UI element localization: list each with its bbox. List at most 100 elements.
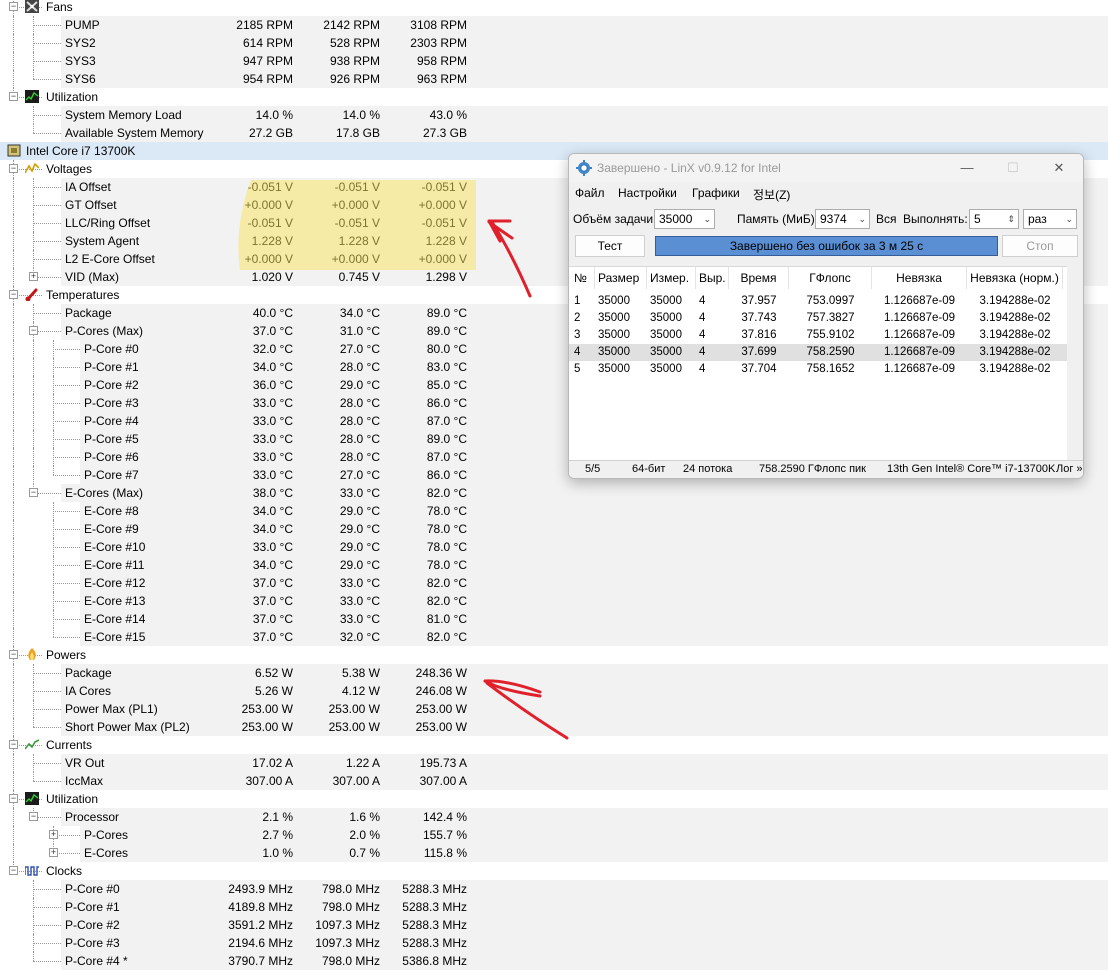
expand-icon[interactable]: + [49,830,58,839]
sensor-row[interactable]: − E-Cores (Max) 38.0 °C 33.0 °C 82.0 °C [0,484,1108,502]
sensor-row[interactable]: SYS6 954 RPM 926 RPM 963 RPM [0,70,1108,88]
menu-graphs[interactable]: Графики [692,186,740,200]
collapse-icon[interactable]: − [9,740,18,749]
collapse-icon[interactable]: − [9,866,18,875]
sensor-row[interactable]: E-Core #13 37.0 °C 33.0 °C 82.0 °C [0,592,1108,610]
sensor-row[interactable]: E-Core #15 37.0 °C 32.0 °C 82.0 °C [0,628,1108,646]
sensor-row[interactable]: + P-Cores 2.7 % 2.0 % 155.7 % [0,826,1108,844]
menu-settings[interactable]: Настройки [618,186,677,200]
minimize-button[interactable]: — [947,158,987,178]
column-header[interactable]: ГФлопс [789,267,872,289]
memory-select[interactable]: 9374 ⌄ [815,209,870,229]
memory-value: 9374 [820,212,847,226]
sensor-label: SYS6 [65,72,96,86]
current-value: 32.0 °C [252,342,293,356]
group-row[interactable]: − Utilization [0,790,1108,808]
run-unit-value: раз [1028,212,1047,226]
column-header[interactable]: Измер. [647,267,696,289]
sensor-row[interactable]: IA Cores 5.26 W 4.12 W 246.08 W [0,682,1108,700]
table-scrollbar[interactable] [1067,266,1083,460]
min-value: -0.051 V [334,180,380,194]
sensor-row[interactable]: PUMP 2185 RPM 2142 RPM 3108 RPM [0,16,1108,34]
table-cell: 35000 [650,346,682,358]
sensor-row[interactable]: E-Core #11 34.0 °C 29.0 °C 78.0 °C [0,556,1108,574]
sensor-row[interactable]: E-Core #10 33.0 °C 29.0 °C 78.0 °C [0,538,1108,556]
column-header[interactable]: Невязка [872,267,967,289]
collapse-icon[interactable]: − [9,2,18,11]
sensor-label: P-Core #5 [84,432,139,446]
sensor-row[interactable]: Power Max (PL1) 253.00 W 253.00 W 253.00 W [0,700,1108,718]
sensor-row[interactable]: Available System Memory 27.2 GB 17.8 GB 27.… [0,124,1108,142]
sensor-row[interactable]: SYS3 947 RPM 938 RPM 958 RPM [0,52,1108,70]
sensor-row[interactable]: P-Core #0 2493.9 MHz 798.0 MHz 5288.3 MHz [0,880,1108,898]
column-header[interactable]: Невязка (норм.) [967,267,1063,289]
sensor-row[interactable]: Short Power Max (PL2) 253.00 W 253.00 W 253… [0,718,1108,736]
table-cell: 758.1652 [806,363,855,375]
sensor-row[interactable]: VR Out 17.02 A 1.22 A 195.73 A [0,754,1108,772]
stop-button[interactable]: Стоп [1002,235,1078,257]
max-value: 86.0 °C [426,396,467,410]
max-value: 78.0 °C [426,504,467,518]
run-count-input[interactable]: 5 ⇕ [969,209,1019,229]
sensor-row[interactable]: Package 6.52 W 5.38 W 248.36 W [0,664,1108,682]
sensor-row[interactable]: SYS2 614 RPM 528 RPM 2303 RPM [0,34,1108,52]
all-memory-label[interactable]: Вся [876,212,897,226]
sensor-row[interactable]: P-Core #1 4189.8 MHz 798.0 MHz 5288.3 MHz [0,898,1108,916]
maximize-button[interactable]: ☐ [993,158,1033,178]
expand-icon[interactable]: + [29,272,38,281]
collapse-icon[interactable]: − [29,812,38,821]
collapse-icon[interactable]: − [9,794,18,803]
table-row[interactable]: 3 35000 35000 4 37.816 755.9102 1.126687e-09 3.… [569,327,1067,344]
collapse-icon[interactable]: − [29,326,38,335]
collapse-icon[interactable]: − [9,290,18,299]
sensor-row[interactable]: + E-Cores 1.0 % 0.7 % 115.8 % [0,844,1108,862]
sensor-row[interactable]: P-Core #2 3591.2 MHz 1097.3 MHz 5288.3 MHz [0,916,1108,934]
table-cell: 757.3827 [806,312,855,324]
sensor-row[interactable]: E-Core #8 34.0 °C 29.0 °C 78.0 °C [0,502,1108,520]
problem-size-select[interactable]: 35000 ⌄ [654,209,715,229]
collapse-icon[interactable]: − [29,488,38,497]
current-value: 2194.6 MHz [228,936,293,950]
group-row[interactable]: − Clocks [0,862,1108,880]
column-header[interactable]: Выр. [696,267,729,289]
collapse-icon[interactable]: − [9,650,18,659]
collapse-icon[interactable]: − [9,164,18,173]
sensor-row[interactable]: IccMax 307.00 A 307.00 A 307.00 A [0,772,1108,790]
group-row[interactable]: − Currents [0,736,1108,754]
linx-titlebar[interactable]: Завершено - LinX v0.9.12 for Intel — ☐ ✕ [569,154,1083,182]
sensor-row[interactable]: E-Core #14 37.0 °C 33.0 °C 81.0 °C [0,610,1108,628]
table-row[interactable]: 2 35000 35000 4 37.743 757.3827 1.126687e-09 3.… [569,310,1067,327]
column-header[interactable]: Размер [595,267,647,289]
group-row[interactable]: − Fans [0,0,1108,16]
sensor-label: P-Core #7 [84,468,139,482]
current-value: 253.00 W [241,702,293,716]
sensor-row[interactable]: System Memory Load 14.0 % 14.0 % 43.0 % [0,106,1108,124]
current-value: 1.228 V [251,234,293,248]
collapse-icon[interactable]: − [9,92,18,101]
sensor-row[interactable]: E-Core #9 34.0 °C 29.0 °C 78.0 °C [0,520,1108,538]
column-header[interactable]: Время [729,267,789,289]
sensor-row[interactable]: P-Core #4 * 3790.7 MHz 798.0 MHz 5386.8 MHz [0,952,1108,970]
table-cell: 37.816 [741,329,777,341]
menu-file[interactable]: Файл [575,186,605,200]
run-unit-select[interactable]: раз ⌄ [1023,209,1077,229]
group-row[interactable]: − Utilization [0,88,1108,106]
sensor-label: Powers [46,648,87,662]
menu-info[interactable]: 정보(Z) [753,186,790,203]
sensor-row[interactable]: P-Core #3 2194.6 MHz 1097.3 MHz 5288.3 MHz [0,934,1108,952]
column-header[interactable]: № [571,267,595,289]
test-button[interactable]: Тест [575,235,645,257]
sensor-row[interactable]: E-Core #12 37.0 °C 33.0 °C 82.0 °C [0,574,1108,592]
log-button[interactable]: Лог » [1056,463,1083,475]
table-row[interactable]: 1 35000 35000 4 37.957 753.0997 1.126687e-09 3.… [569,293,1067,310]
table-row[interactable]: 5 35000 35000 4 37.704 758.1652 1.126687e-09 3.… [569,361,1067,378]
group-row[interactable]: − Powers [0,646,1108,664]
sensor-row[interactable]: − Processor 2.1 % 1.6 % 142.4 % [0,808,1108,826]
sensor-label: E-Core #9 [84,522,139,536]
current-value: 40.0 °C [252,306,293,320]
min-value: 1097.3 MHz [315,936,380,950]
table-row[interactable]: 4 35000 35000 4 37.699 758.2590 1.126687e-09 3.… [569,344,1067,361]
close-button[interactable]: ✕ [1039,158,1079,178]
table-cell: 35000 [650,312,682,324]
expand-icon[interactable]: + [49,848,58,857]
